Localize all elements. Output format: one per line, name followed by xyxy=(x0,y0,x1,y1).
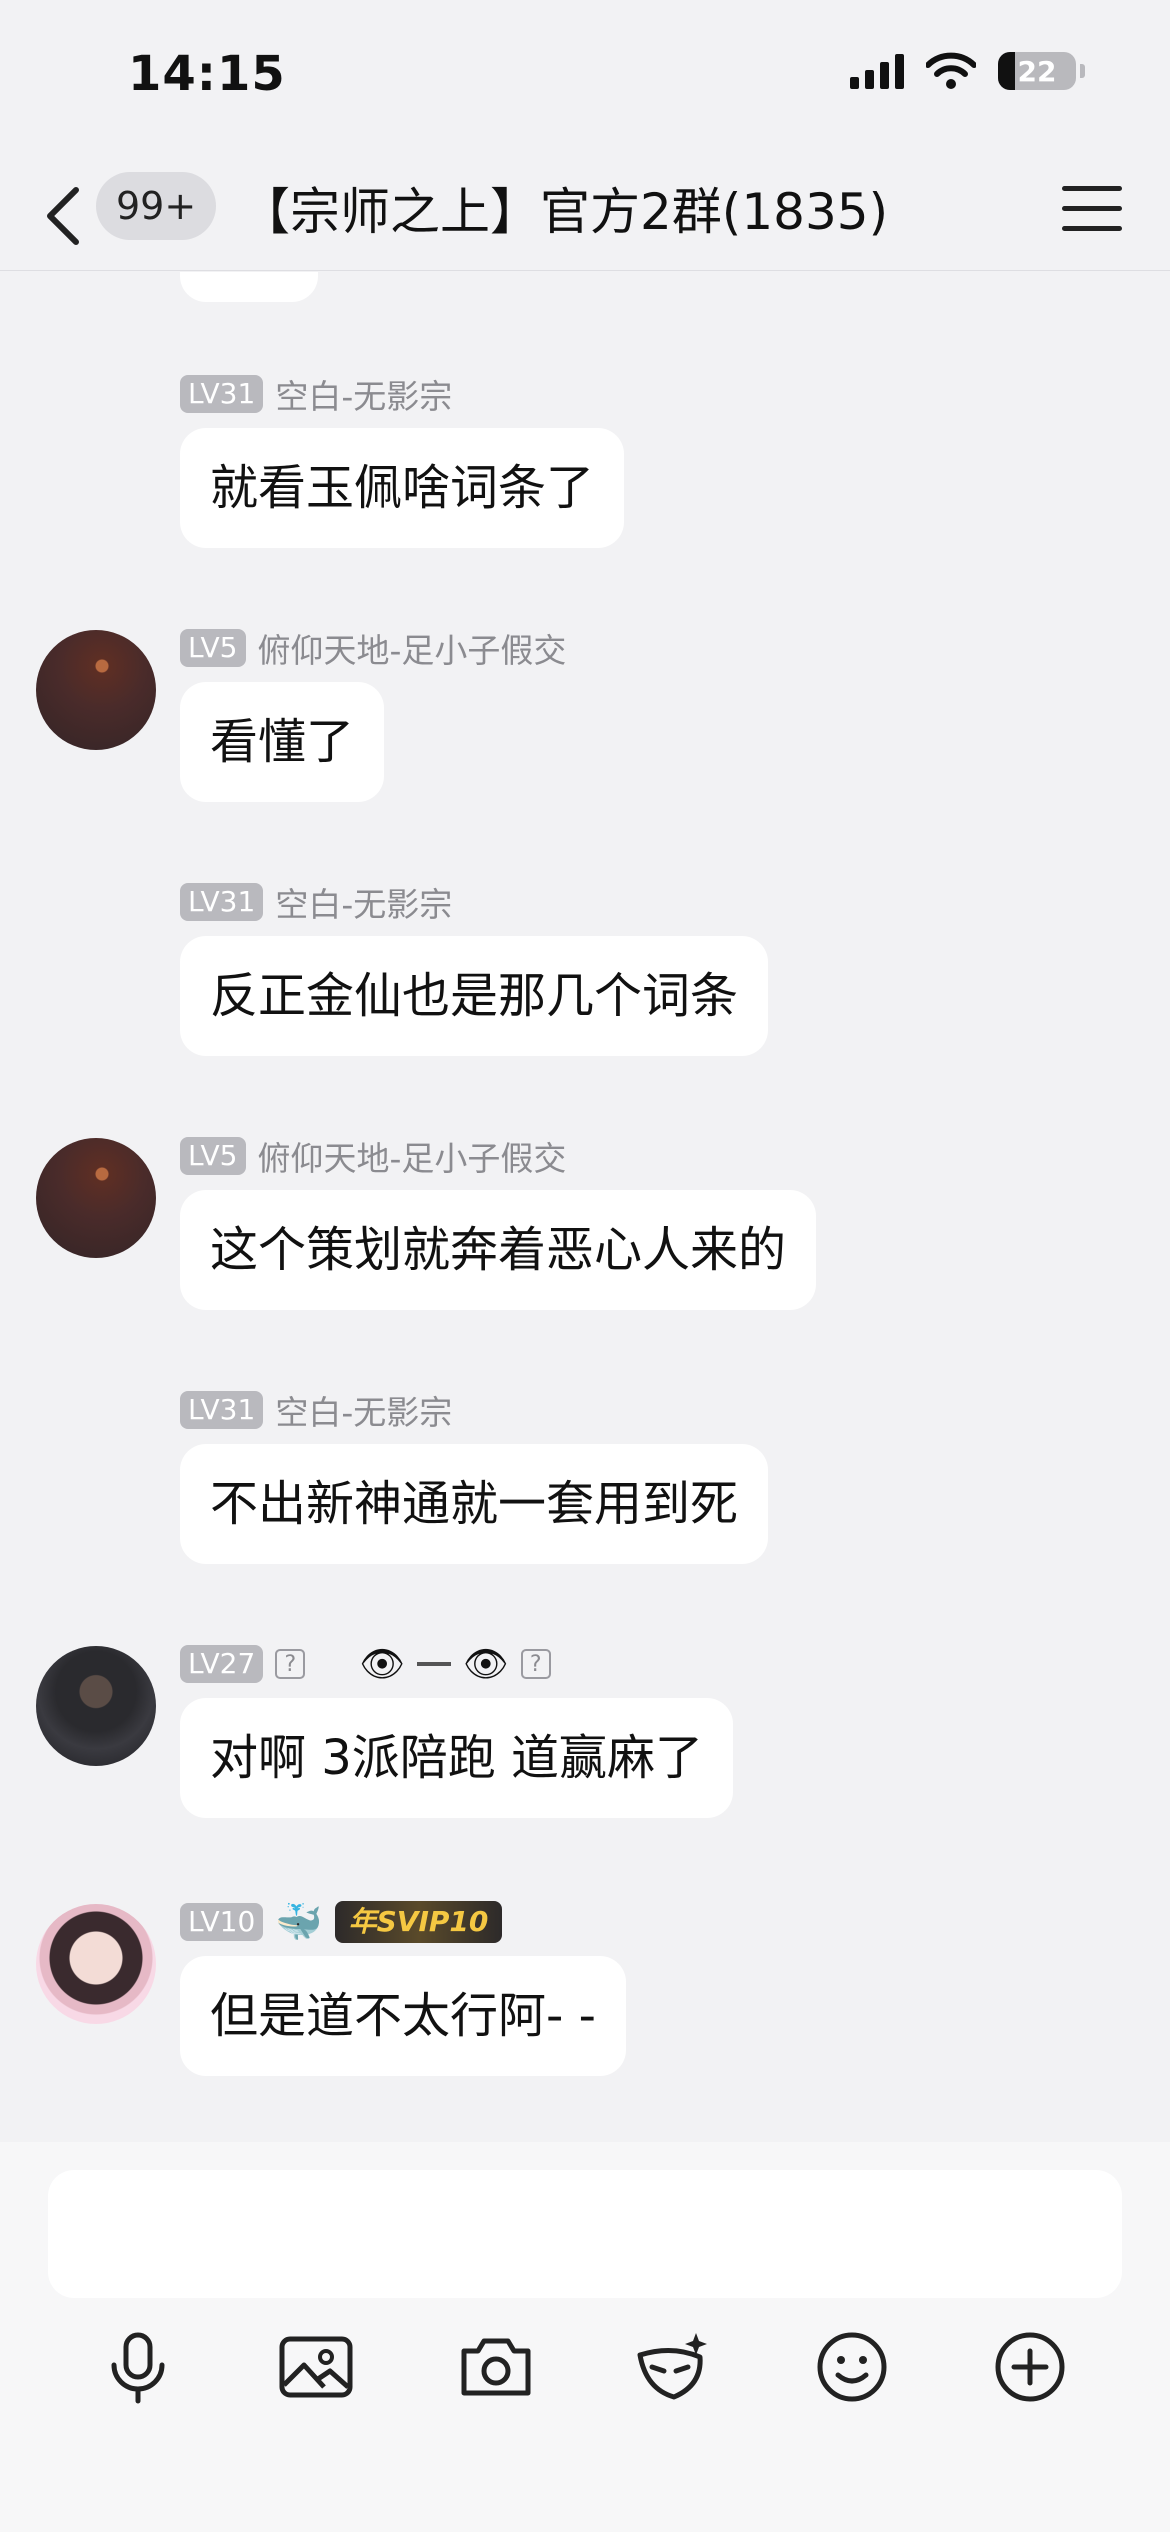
sender-name[interactable]: 空白-无影宗 xyxy=(275,370,452,418)
sender-name[interactable]: 俯仰天地-足小子假交 xyxy=(258,624,567,672)
dash-icon xyxy=(417,1662,452,1666)
unknown-glyph-icon: ? xyxy=(520,1649,551,1679)
eye-emoji-icon: 👁 xyxy=(463,1644,509,1685)
avatar[interactable] xyxy=(36,1904,156,2024)
message-bubble-partial[interactable] xyxy=(180,272,318,302)
eye-emoji-icon: 👁 xyxy=(359,1644,406,1685)
status-bar: 14:15 22 xyxy=(0,0,1170,150)
sender-name[interactable]: 俯仰天地-足小子假交 xyxy=(258,1132,567,1180)
sender-name[interactable]: 空白-无影宗 xyxy=(275,878,452,926)
wifi-icon xyxy=(926,52,976,89)
back-chevron-icon[interactable] xyxy=(36,176,96,256)
svip-badge: 年SVIP10 xyxy=(334,1901,503,1943)
avatar[interactable] xyxy=(36,630,156,750)
message-bubble[interactable]: 看懂了 xyxy=(180,682,385,802)
sender-name[interactable]: 空白-无影宗 xyxy=(275,1386,452,1434)
input-area xyxy=(0,2142,1170,2532)
group-title[interactable]: 【宗师之上】官方2群(1835) xyxy=(240,172,888,252)
level-badge: LV10 xyxy=(180,1903,264,1941)
input-toolbar xyxy=(0,2327,1170,2417)
microphone-icon[interactable] xyxy=(98,2327,178,2407)
plus-icon[interactable] xyxy=(990,2327,1070,2407)
level-badge: LV5 xyxy=(180,629,246,667)
message-bubble[interactable]: 不出新神通就一套用到死 xyxy=(180,1444,769,1564)
message-bubble[interactable]: 反正金仙也是那几个词条 xyxy=(180,936,769,1056)
message-input[interactable] xyxy=(48,2170,1122,2298)
level-badge: LV27 xyxy=(180,1645,264,1683)
image-icon[interactable] xyxy=(276,2327,356,2407)
smiley-icon[interactable] xyxy=(812,2327,892,2407)
level-badge: LV31 xyxy=(180,1391,264,1429)
cellular-signal-icon xyxy=(850,53,904,89)
status-icons: 22 xyxy=(850,52,1085,90)
message-bubble[interactable]: 但是道不太行阿- - xyxy=(180,1956,626,2076)
unread-count-badge[interactable]: 99+ xyxy=(96,172,217,240)
sender-name[interactable]: ? xyxy=(275,1649,306,1679)
level-badge: LV31 xyxy=(180,375,264,413)
camera-icon[interactable] xyxy=(456,2327,536,2407)
avatar[interactable] xyxy=(36,1138,156,1258)
status-time: 14:15 xyxy=(128,46,286,102)
message-bubble[interactable]: 对啊 3派陪跑 道赢麻了 xyxy=(180,1698,734,1818)
message-bubble[interactable]: 就看玉佩啥词条了 xyxy=(180,428,625,548)
chat-list[interactable]: LV31 空白-无影宗 就看玉佩啥词条了 LV5 俯仰天地-足小子假交 看懂了 … xyxy=(0,272,1170,2142)
whale-icon: 🐳 xyxy=(275,1899,323,1944)
avatar[interactable] xyxy=(36,1646,156,1766)
message-bubble[interactable]: 这个策划就奔着恶心人来的 xyxy=(180,1190,817,1310)
battery-level: 22 xyxy=(1017,54,1057,88)
menu-icon[interactable] xyxy=(1062,186,1122,234)
battery-icon: 22 xyxy=(998,52,1076,90)
level-badge: LV31 xyxy=(180,883,264,921)
nav-bar: 99+ 【宗师之上】官方2群(1835) xyxy=(0,160,1170,271)
level-badge: LV5 xyxy=(180,1137,246,1175)
mask-emoji-icon[interactable] xyxy=(632,2327,712,2407)
